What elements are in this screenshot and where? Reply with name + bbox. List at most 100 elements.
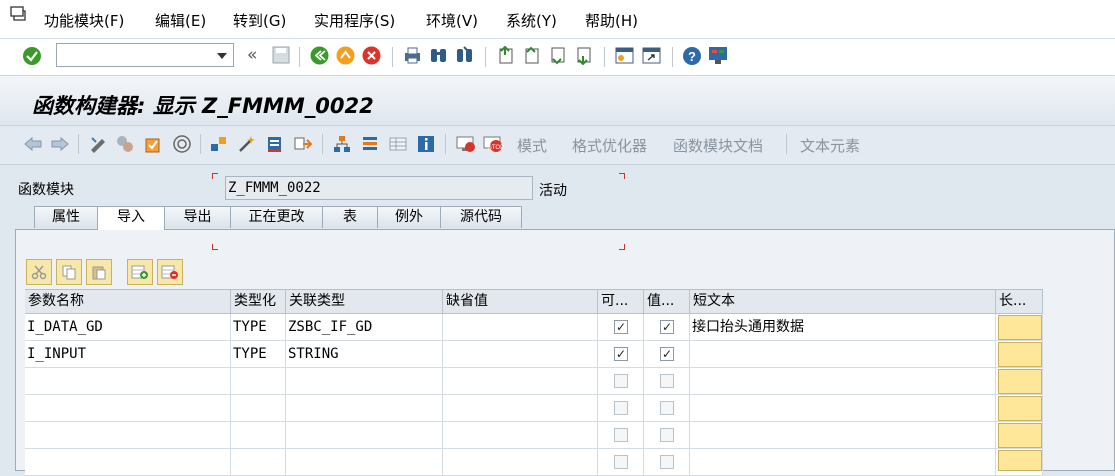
table-cell-typing[interactable]: [231, 368, 286, 395]
column-header-parameter-name[interactable]: 参数名称: [25, 290, 231, 314]
pass-value-checkbox[interactable]: [660, 374, 674, 388]
fm-documentation-button[interactable]: 函数模块文档: [673, 135, 763, 156]
customize-layout-icon[interactable]: [708, 45, 729, 66]
table-cell-default-value[interactable]: [443, 341, 598, 368]
table-cell-parameter-name[interactable]: [25, 422, 231, 449]
optional-checkbox[interactable]: ✓: [614, 347, 628, 361]
last-page-icon[interactable]: [574, 46, 593, 65]
insert-row-button[interactable]: [127, 259, 153, 285]
table-cell-default-value[interactable]: [443, 395, 598, 422]
test-run-icon[interactable]: [455, 134, 477, 154]
column-header-pass-value[interactable]: 值...: [644, 290, 690, 314]
cancel-icon[interactable]: [362, 46, 381, 65]
pass-value-checkbox[interactable]: [660, 428, 674, 442]
forward-arrow-icon[interactable]: [50, 136, 70, 152]
table-cell-parameter-name[interactable]: [25, 449, 231, 476]
table-cell-parameter-name[interactable]: I_INPUT: [25, 341, 231, 368]
pass-value-checkbox[interactable]: [660, 401, 674, 415]
table-cell-parameter-name[interactable]: [25, 368, 231, 395]
column-header-short-text[interactable]: 短文本: [690, 290, 996, 314]
tab-import[interactable]: 导入: [97, 206, 165, 230]
tab-export[interactable]: 导出: [164, 206, 231, 228]
back-arrow-icon[interactable]: [23, 136, 43, 152]
menu-system[interactable]: 系统(Y): [506, 10, 557, 31]
tab-exceptions[interactable]: 例外: [377, 206, 441, 228]
next-page-icon[interactable]: [548, 46, 567, 65]
find-icon[interactable]: [429, 46, 448, 65]
cut-button[interactable]: [26, 259, 52, 285]
tab-changing[interactable]: 正在更改: [230, 206, 323, 228]
pass-value-checkbox[interactable]: ✓: [660, 320, 674, 334]
table-cell-ref-type[interactable]: [286, 368, 443, 395]
create-shortcut-icon[interactable]: [642, 46, 662, 65]
navigate-icon[interactable]: [293, 134, 313, 154]
function-module-field[interactable]: Z_FMMM_0022: [225, 176, 533, 200]
enter-check-icon[interactable]: [22, 46, 42, 66]
chevron-down-icon[interactable]: [217, 53, 227, 59]
find-next-icon[interactable]: [455, 46, 474, 65]
new-session-icon[interactable]: [615, 46, 635, 65]
table-cell-ref-type[interactable]: ZSBC_IF_GD: [286, 314, 443, 341]
table-cell-ref-type[interactable]: [286, 449, 443, 476]
help-icon[interactable]: ?: [682, 46, 702, 66]
optional-checkbox[interactable]: [614, 374, 628, 388]
table-cell-typing[interactable]: [231, 422, 286, 449]
magic-wand-icon[interactable]: [237, 134, 257, 154]
column-header-long-text[interactable]: 长...: [996, 290, 1043, 314]
table-cell-short-text[interactable]: [690, 368, 996, 395]
tab-tables[interactable]: 表: [322, 206, 378, 228]
table-cell-ref-type[interactable]: [286, 422, 443, 449]
print-icon[interactable]: [403, 46, 422, 65]
column-header-optional[interactable]: 可...: [598, 290, 644, 314]
long-text-button[interactable]: [998, 315, 1042, 340]
menu-window-icon[interactable]: [10, 6, 28, 22]
menu-environment[interactable]: 环境(V): [426, 10, 478, 31]
optional-checkbox[interactable]: ✓: [614, 320, 628, 334]
breakpoint-stop-icon[interactable]: STOP: [482, 134, 504, 154]
table-cell-default-value[interactable]: [443, 449, 598, 476]
table-cell-default-value[interactable]: [443, 314, 598, 341]
tab-attributes[interactable]: 属性: [34, 206, 98, 228]
previous-page-icon[interactable]: [522, 46, 541, 65]
enhancement-icon[interactable]: [265, 134, 285, 154]
delete-row-button[interactable]: [157, 259, 183, 285]
info-icon[interactable]: [416, 134, 436, 154]
table-cell-typing[interactable]: TYPE: [231, 314, 286, 341]
table-cell-ref-type[interactable]: STRING: [286, 341, 443, 368]
long-text-button[interactable]: [998, 423, 1042, 448]
long-text-button[interactable]: [998, 369, 1042, 394]
hierarchy-icon[interactable]: [332, 134, 352, 154]
table-cell-default-value[interactable]: [443, 368, 598, 395]
paste-button[interactable]: [86, 259, 112, 285]
check-object-icon[interactable]: [143, 134, 163, 154]
table-cell-short-text[interactable]: [690, 395, 996, 422]
optional-checkbox[interactable]: [614, 401, 628, 415]
menu-function-module[interactable]: 功能模块(F): [44, 10, 124, 31]
text-elements-button[interactable]: 文本元素: [800, 135, 860, 156]
table-cell-ref-type[interactable]: [286, 395, 443, 422]
exit-icon[interactable]: [336, 46, 355, 65]
long-text-button[interactable]: [998, 450, 1042, 471]
save-icon[interactable]: [272, 46, 290, 64]
first-page-icon[interactable]: [496, 46, 515, 65]
menu-help[interactable]: 帮助(H): [585, 10, 638, 31]
table-cell-default-value[interactable]: [443, 422, 598, 449]
display-change-icon[interactable]: [88, 134, 108, 154]
long-text-button[interactable]: [998, 396, 1042, 421]
pass-value-checkbox[interactable]: [660, 455, 674, 469]
table-cell-typing[interactable]: [231, 449, 286, 476]
collapse-arrows-icon[interactable]: «: [247, 45, 257, 65]
column-header-typing[interactable]: 类型化: [231, 290, 286, 314]
table-cell-short-text[interactable]: [690, 422, 996, 449]
copy-button[interactable]: [56, 259, 82, 285]
mode-button[interactable]: 模式: [517, 135, 547, 156]
menu-goto[interactable]: 转到(G): [233, 10, 286, 31]
active-inactive-icon[interactable]: [115, 134, 135, 154]
column-header-ref-type[interactable]: 关联类型: [286, 290, 443, 314]
pass-value-checkbox[interactable]: ✓: [660, 347, 674, 361]
table-cell-typing[interactable]: TYPE: [231, 341, 286, 368]
menu-edit[interactable]: 编辑(E): [155, 10, 206, 31]
object-list-icon[interactable]: [209, 134, 229, 154]
optional-checkbox[interactable]: [614, 428, 628, 442]
where-used-icon[interactable]: [172, 134, 192, 154]
